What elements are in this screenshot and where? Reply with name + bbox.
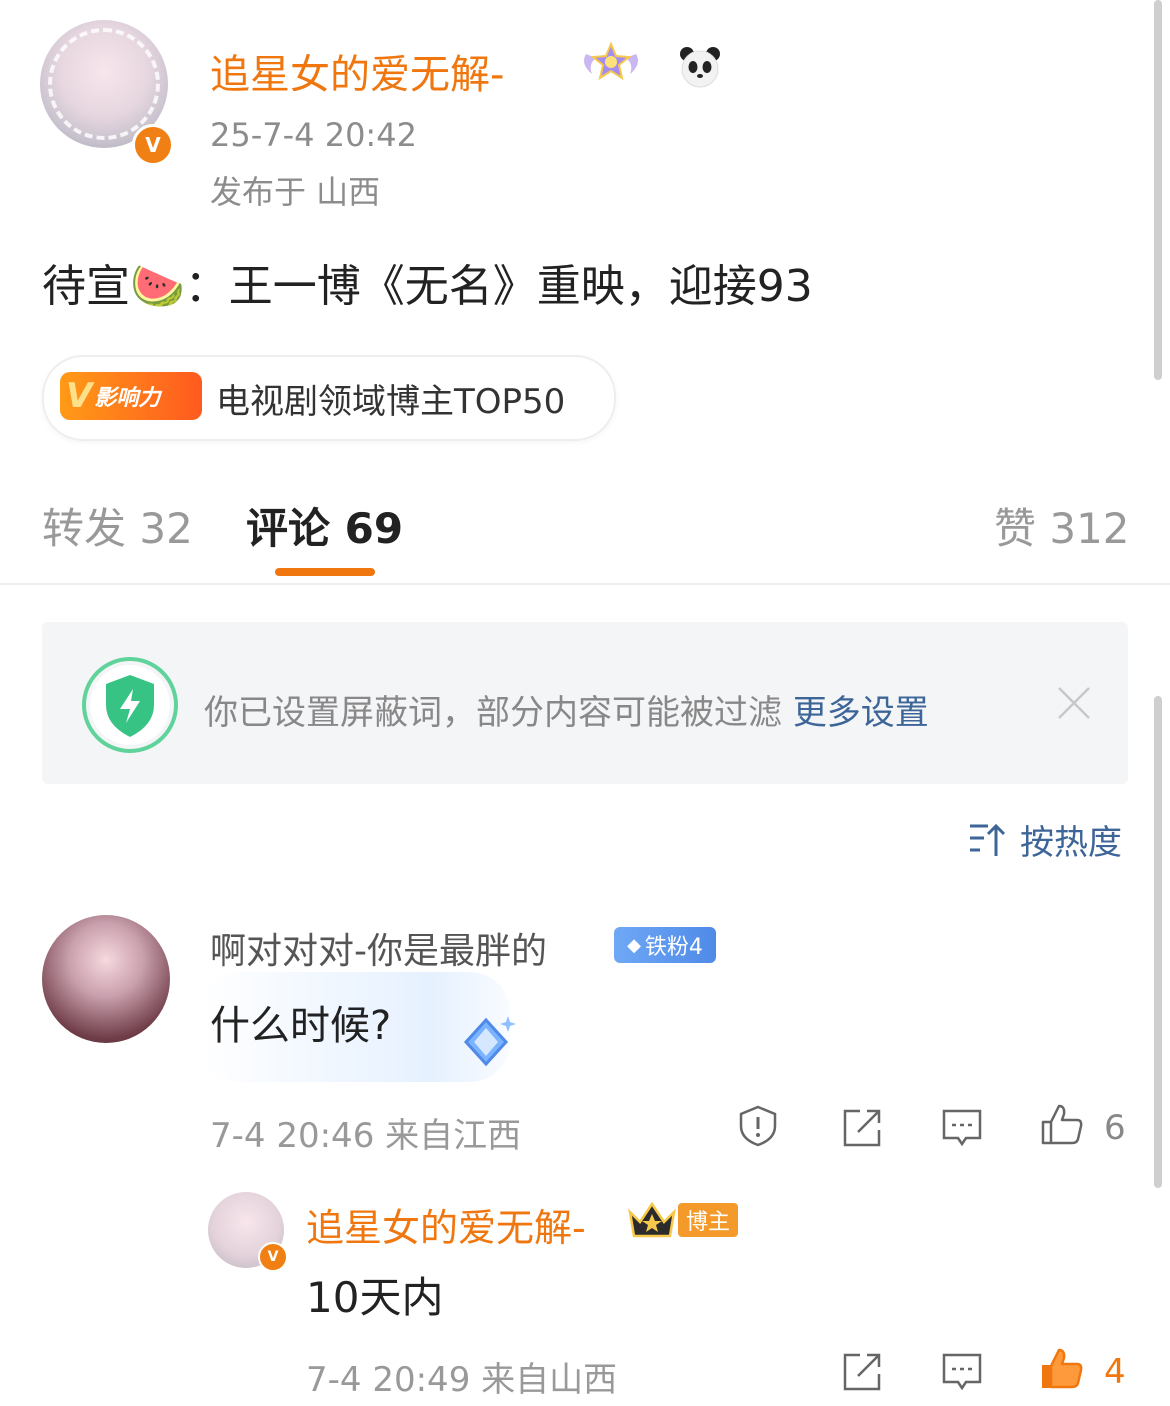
reply-author-name[interactable]: 追星女的爱无解- [306,1197,586,1252]
crown-icon [628,1201,676,1238]
blogger-tag: 博主 [678,1203,738,1237]
verified-v-icon: V [132,124,174,166]
forward-icon[interactable] [840,1106,884,1150]
fan-diamond-icon: ◆ [627,934,641,956]
comment-meta: 7-4 20:46 来自江西 [210,1116,522,1156]
reply-like-count: 4 [1104,1352,1126,1392]
scrollbar-top[interactable] [1154,0,1162,380]
divider [0,583,1170,585]
reply-icon[interactable] [940,1350,984,1394]
star-wings-badge-icon [584,41,638,81]
reply-icon[interactable] [940,1106,984,1150]
tab-likes[interactable]: 赞 312 [994,495,1130,556]
more-settings-link[interactable]: 更多设置 [793,693,929,733]
influence-text: 电视剧领域博主TOP50 [216,382,566,422]
forward-icon[interactable] [840,1350,884,1394]
influence-badge-icon: V 影响力 [60,372,202,420]
author-name[interactable]: 追星女的爱无解- [210,42,504,100]
like-icon-active[interactable] [1040,1346,1084,1390]
reply-text: 10天内 [306,1273,444,1322]
sort-by-hot-button[interactable]: 按热度 [968,815,1122,864]
sort-icon [970,823,1006,856]
active-tab-indicator [275,568,375,576]
panda-icon [680,47,720,88]
post-content: 待宣🍉：王一博《无名》重映，迎接93 [42,261,813,312]
shield-bolt-icon [82,657,178,753]
like-icon[interactable] [1040,1102,1084,1146]
close-icon[interactable] [1054,683,1094,723]
commenter-avatar[interactable] [42,915,170,1043]
sort-label: 按热度 [1020,823,1122,863]
scrollbar-bottom[interactable] [1154,696,1162,1188]
filter-notice-text: 你已设置屏蔽词，部分内容可能被过滤 更多设置 [204,685,929,734]
comment-text: 什么时候? [210,1003,392,1049]
filter-notice-message: 你已设置屏蔽词，部分内容可能被过滤 [204,693,782,733]
verified-v-icon: V [258,1242,288,1272]
tab-comments[interactable]: 评论 69 [246,495,403,556]
post-timestamp: 25-7-4 20:42 [210,116,417,154]
report-icon[interactable] [736,1104,780,1148]
diamond-icon [463,1016,516,1067]
reply-meta: 7-4 20:49 来自山西 [306,1360,618,1400]
influence-badge-label: 影响力 [94,386,161,411]
tab-forward[interactable]: 转发 32 [42,495,193,556]
fan-badge-label: 铁粉4 [644,935,703,960]
comment-like-count: 6 [1104,1108,1126,1148]
commenter-name[interactable]: 啊对对对-你是最胖的 [210,922,547,974]
fan-badge[interactable]: ◆ 铁粉4 [614,927,716,963]
post-location: 发布于 山西 [210,173,381,211]
influence-v-letter: V [66,376,93,416]
